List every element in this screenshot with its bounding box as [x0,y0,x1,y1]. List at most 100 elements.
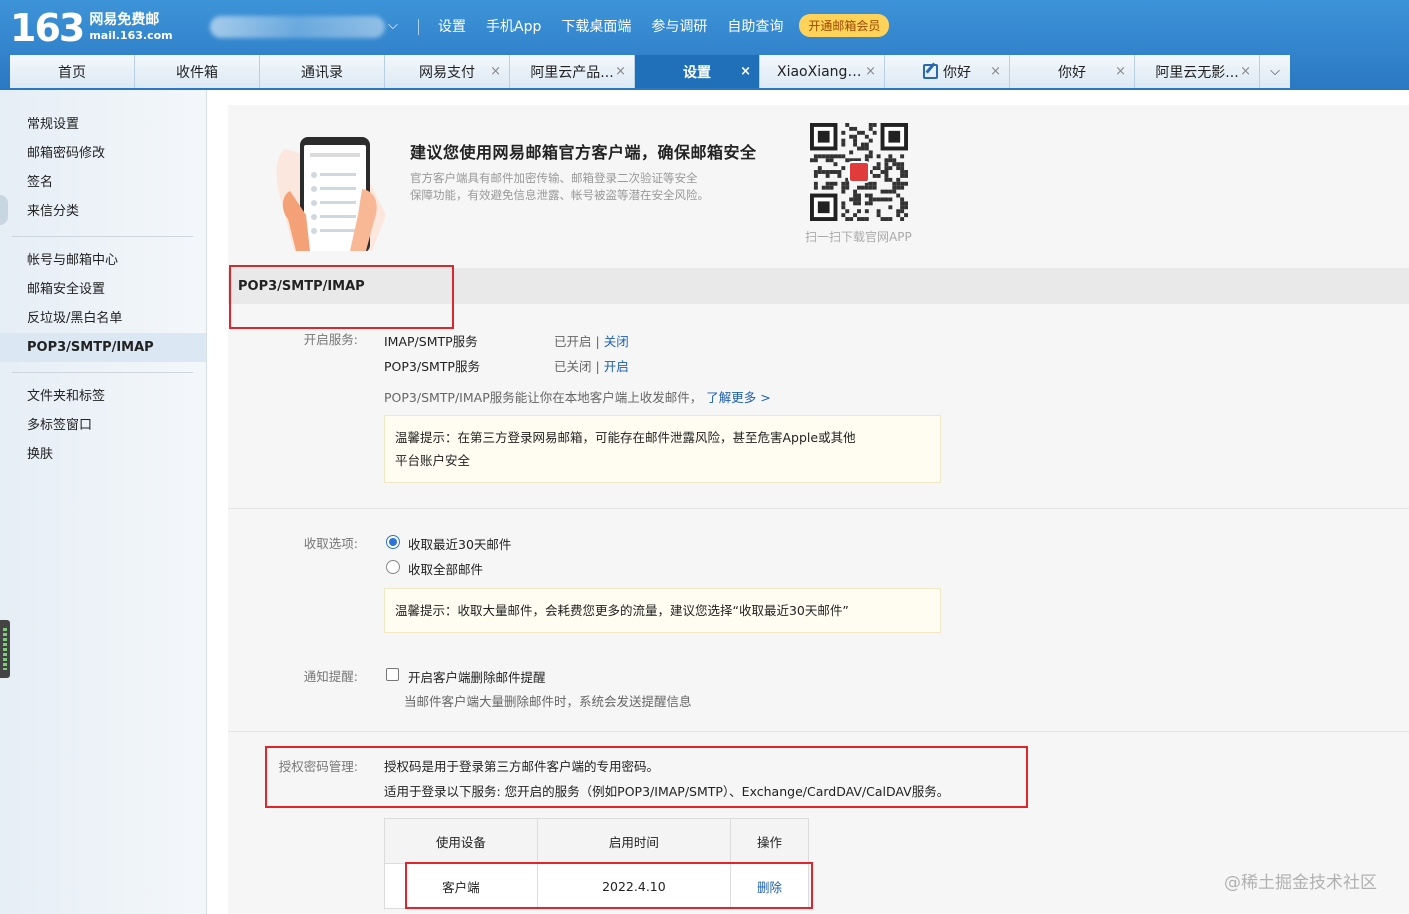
highlight-box-section-title [229,265,454,329]
tab-2[interactable]: 通讯录 [260,55,385,88]
tab-1[interactable]: 收件箱 [135,55,260,88]
tab-7[interactable]: 你好 × [885,55,1010,88]
tab-label: 阿里云产品... [530,64,614,81]
tab-8[interactable]: 你好 × [1010,55,1135,88]
phone-illustration [276,137,386,251]
service-status-imap-text: 已开启 [554,334,592,349]
service-status-separator: | [591,334,604,349]
close-icon[interactable]: × [990,64,1001,79]
close-icon[interactable]: × [615,64,626,79]
highlight-box-auth-row [405,862,813,909]
services-warning-tip: 温馨提示：在第三方登录网易邮箱，可能存在邮件泄露风险，甚至危害Apple或其他 … [384,415,941,483]
sidebar-item[interactable]: 多标签窗口 [0,411,206,440]
tab-9[interactable]: 阿里云无影... × [1135,55,1260,88]
top-nav: 设置 手机App 下载桌面端 参与调研 自助查询 开通邮箱会员 [428,14,890,37]
services-note-text: POP3/SMTP/IMAP服务能让你在本地客户端上收发邮件， [384,390,703,405]
vip-badge-button[interactable]: 开通邮箱会员 [799,14,890,37]
close-icon[interactable]: × [1115,64,1126,79]
sidebar-item[interactable]: 换肤 [0,440,206,469]
tab-label: 设置 [683,64,711,81]
radio-fetch-recent-label[interactable]: 收取最近30天邮件 [408,534,511,553]
notify-label: 通知提醒: [303,669,358,684]
services-tip-line1: 温馨提示：在第三方登录网易邮箱，可能存在邮件泄露风险，甚至危害Apple或其他 [395,430,856,445]
sidebar-item[interactable]: 邮箱密码修改 [0,139,206,168]
resize-handle[interactable] [0,620,10,678]
sidebar-item[interactable]: 文件夹和标签 [0,382,206,411]
close-icon[interactable]: × [865,64,876,79]
radio-fetch-all[interactable] [386,560,400,574]
close-icon[interactable]: × [740,64,751,79]
service-name-pop3: POP3/SMTP服务 [384,359,480,374]
section-divider [228,731,1409,732]
fetch-options-label: 收取选项: [303,536,358,551]
settings-main: 建议您使用网易邮箱官方客户端，确保邮箱安全 官方客户端具有邮件加密传输、邮箱登录… [228,105,1409,914]
highlight-box-auth-code [265,746,1028,808]
checkbox-delete-reminder-label[interactable]: 开启客户端删除邮件提醒 [408,667,546,686]
top-link-survey[interactable]: 参与调研 [651,16,707,36]
tab-label: 网易支付 [419,64,475,81]
fetch-tip-text: 温馨提示：收取大量邮件，会耗费您更多的流量，建议您选择“收取最近30天邮件” [395,603,849,618]
tab-4[interactable]: 阿里云产品... × [510,55,635,88]
top-header: 163 网易免费邮 mail.163.com ⌵ 设置 手机App 下载桌面端 … [0,0,1409,90]
service-toggle-imap-link[interactable]: 关闭 [604,334,629,349]
top-link-settings[interactable]: 设置 [438,16,466,36]
tab-0[interactable]: 首页 [10,55,135,88]
radio-fetch-all-label[interactable]: 收取全部邮件 [408,559,483,578]
logo-domain: mail.163.com [89,29,173,42]
sidebar-item[interactable]: 签名 [0,168,206,197]
radio-fetch-recent-30-days[interactable] [386,535,400,549]
section-divider [228,508,1409,509]
column-header-time: 启用时间 [536,818,732,864]
tab-3[interactable]: 网易支付 × [385,55,510,88]
services-label: 开启服务: [303,332,358,347]
promo-description-line2: 保障功能，有效避免信息泄露、帐号被盗等潜在安全风险。 [410,188,709,202]
service-status-pop3-text: 已关闭 [554,359,592,374]
column-header-action: 操作 [730,818,809,864]
logo[interactable]: 163 网易免费邮 mail.163.com [10,6,173,50]
tab-6[interactable]: XiaoXiangy... × [760,55,885,88]
tab-label: XiaoXiangy... [777,63,867,80]
learn-more-link[interactable]: 了解更多 > [706,390,770,405]
tab-label: 通讯录 [301,64,343,81]
table-header-row: 使用设备 启用时间 操作 [384,818,809,864]
header-divider [418,19,419,35]
sidebar-item[interactable]: POP3/SMTP/IMAP [0,333,206,362]
sidebar-edge-handle[interactable] [0,195,8,225]
service-toggle-pop3-link[interactable]: 开启 [604,359,629,374]
sidebar-divider [12,372,193,373]
sidebar-item[interactable]: 反垃圾/黑白名单 [0,304,206,333]
notify-description: 当邮件客户端大量删除邮件时，系统会发送提醒信息 [404,694,692,709]
sidebar-divider [12,236,193,237]
fetch-warning-tip: 温馨提示：收取大量邮件，会耗费您更多的流量，建议您选择“收取最近30天邮件” [384,588,941,633]
edit-icon [923,64,938,79]
sidebar-item[interactable]: 常规设置 [0,110,206,139]
account-name-blurred[interactable] [210,16,385,38]
logo-name: 网易免费邮 [89,12,160,28]
close-icon[interactable]: × [1240,64,1251,79]
sidebar-item[interactable]: 来信分类 [0,197,206,226]
watermark: @稀土掘金技术社区 [1224,873,1377,893]
tab-label: 你好 [943,64,971,81]
service-status-pop3: 已关闭 | 开启 [554,356,629,375]
top-link-desktop-download[interactable]: 下载桌面端 [561,16,631,36]
logo-number: 163 [10,6,85,50]
column-header-device: 使用设备 [384,818,538,864]
sidebar-item[interactable]: 邮箱安全设置 [0,275,206,304]
chevron-down-icon[interactable]: ⌵ [388,18,398,33]
tab-5[interactable]: 设置 × [635,55,760,88]
service-name-imap: IMAP/SMTP服务 [384,334,478,349]
checkbox-delete-reminder[interactable] [386,668,399,681]
sidebar-item[interactable]: 帐号与邮箱中心 [0,246,206,275]
qr-code-image [810,123,908,221]
top-link-self-service[interactable]: 自助查询 [727,16,783,36]
top-link-mobile-app[interactable]: 手机App [486,16,541,36]
promo-description-line1: 官方客户端具有邮件加密传输、邮箱登录二次验证等安全 [410,171,698,185]
promo-title: 建议您使用网易邮箱官方客户端，确保邮箱安全 [410,143,757,162]
tab-bar: 首页 收件箱 通讯录 网易支付 × 阿里云产品... × 设置 × XiaoXiangy... × 你… [10,55,1290,88]
service-status-imap: 已开启 | 关闭 [554,331,629,350]
services-note: POP3/SMTP/IMAP服务能让你在本地客户端上收发邮件， 了解更多 > [384,387,771,406]
tab-overflow-chevron-icon[interactable]: ⌵ [1260,55,1290,88]
tab-label: 你好 [1058,64,1086,81]
close-icon[interactable]: × [490,64,501,79]
services-tip-line2: 平台账户安全 [395,453,471,468]
